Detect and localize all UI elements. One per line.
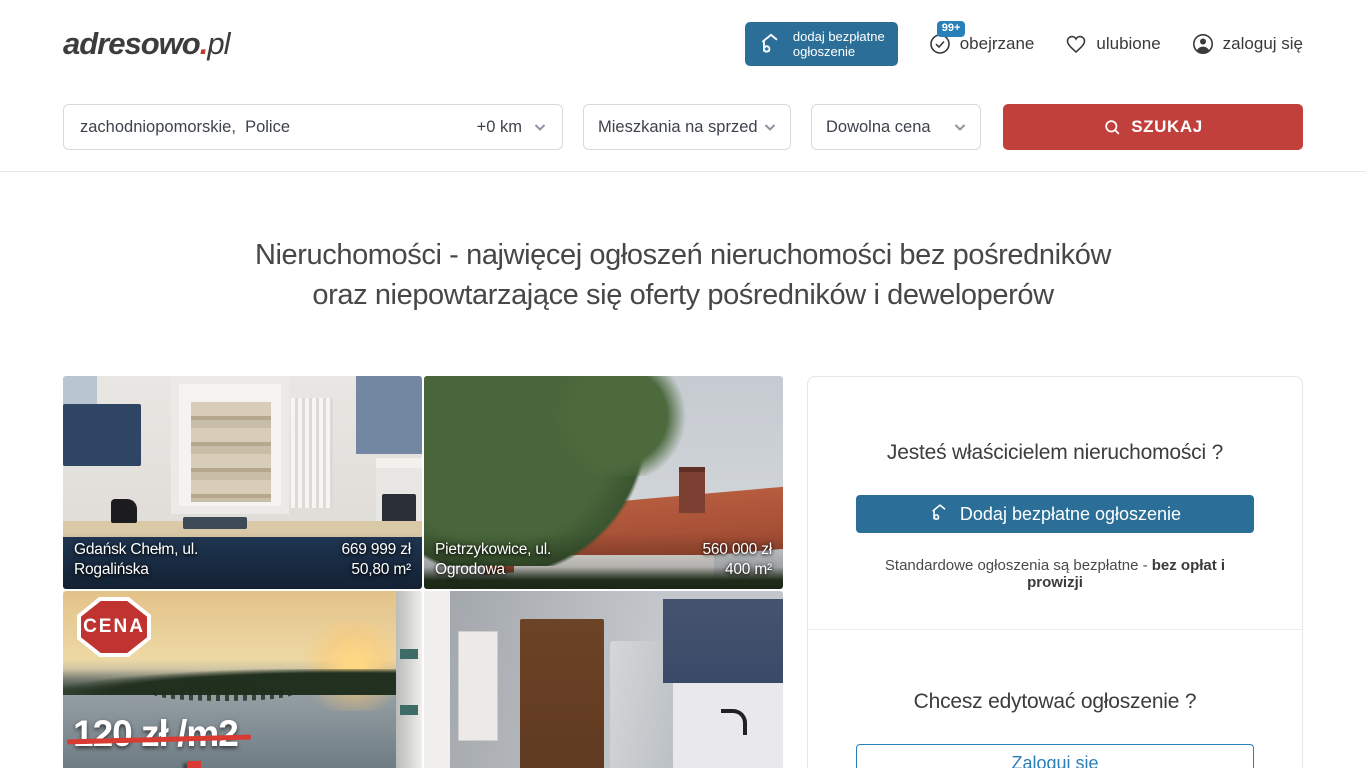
login-label: zaloguj się — [1223, 34, 1303, 54]
search-button[interactable]: SZUKAJ — [1003, 104, 1303, 150]
top-section: adresowo.pl dodaj bezpłatne ogłoszenie — [0, 0, 1366, 172]
listing-caption: Gdańsk Chełm, ul.Rogalińska 669 999 zł50… — [63, 532, 422, 589]
magnifier-icon — [1103, 118, 1122, 137]
chevron-down-icon — [532, 119, 548, 135]
radius-value: +0 km — [477, 118, 522, 137]
owner-title: Jesteś właścicielem nieruchomości ? — [856, 441, 1254, 465]
listing-card[interactable]: Gdańsk Chełm, ul.Rogalińska 669 999 zł50… — [63, 376, 422, 589]
listing-card[interactable]: CENA 120 zł /m2 Elganowo 253 000 zł — [63, 591, 422, 768]
search-bar: +0 km Mieszkania na sprzeda Dowolna cena… — [63, 88, 1303, 171]
location-input[interactable] — [80, 118, 477, 137]
logo-tld: pl — [207, 26, 229, 61]
logo[interactable]: adresowo.pl — [63, 26, 229, 62]
sidebar-add-listing-label: Dodaj bezpłatne ogłoszenie — [960, 504, 1181, 525]
radius-select[interactable]: +0 km — [477, 118, 548, 137]
chevron-down-icon — [762, 119, 778, 135]
category-value: Mieszkania na sprzeda — [598, 118, 758, 137]
owner-note: Standardowe ogłoszenia są bezpłatne - be… — [856, 557, 1254, 591]
user-circle-icon — [1191, 32, 1215, 56]
sidebar-login-button[interactable]: Zaloguj się — [856, 744, 1254, 768]
listing-photo — [424, 591, 783, 768]
logo-text: adresowo — [63, 26, 200, 61]
favorites-label: ulubione — [1096, 34, 1160, 54]
favorites-link[interactable]: ulubione — [1064, 32, 1160, 56]
edit-title: Chcesz edytować ogłoszenie ? — [856, 690, 1254, 714]
viewed-count-badge: 99+ — [937, 21, 966, 37]
owner-section: Jesteś właścicielem nieruchomości ? Doda… — [808, 377, 1302, 621]
down-arrow-icon — [187, 761, 201, 768]
viewed-link[interactable]: 99+ obejrzane — [928, 32, 1035, 56]
check-circle-icon: 99+ — [928, 32, 952, 56]
page-title: Nieruchomości - najwięcej ogłoszeń nieru… — [0, 235, 1366, 315]
sidebar-add-listing-button[interactable]: Dodaj bezpłatne ogłoszenie — [856, 495, 1254, 533]
listings-grid: Gdańsk Chełm, ul.Rogalińska 669 999 zł50… — [63, 376, 783, 768]
listing-card[interactable]: Warszawa Praga-Północ 550 000 zł — [424, 591, 783, 768]
price-select[interactable]: Dowolna cena — [811, 104, 981, 150]
location-field[interactable]: +0 km — [63, 104, 563, 150]
old-price-per-m2: 120 zł /m2 — [73, 713, 238, 755]
edit-section: Chcesz edytować ogłoszenie ? Zaloguj się… — [808, 630, 1302, 768]
header: adresowo.pl dodaj bezpłatne ogłoszenie — [63, 0, 1303, 88]
house-plus-icon — [929, 501, 951, 528]
viewed-label: obejrzane — [960, 34, 1035, 54]
chevron-down-icon — [952, 119, 968, 135]
search-button-label: SZUKAJ — [1131, 117, 1203, 137]
category-select[interactable]: Mieszkania na sprzeda — [583, 104, 791, 150]
login-link[interactable]: zaloguj się — [1191, 32, 1303, 56]
listing-caption: Pietrzykowice, ul.Ogrodowa 560 000 zł400… — [424, 532, 783, 589]
heart-icon — [1064, 32, 1088, 56]
price-value: Dowolna cena — [826, 118, 931, 137]
header-actions: dodaj bezpłatne ogłoszenie 99+ obejrzane — [745, 22, 1303, 66]
add-listing-label: dodaj bezpłatne ogłoszenie — [793, 29, 885, 59]
listing-card[interactable]: Pietrzykowice, ul.Ogrodowa 560 000 zł400… — [424, 376, 783, 589]
add-listing-button[interactable]: dodaj bezpłatne ogłoszenie — [745, 22, 898, 66]
house-plus-icon — [758, 30, 784, 59]
owner-sidebar: Jesteś właścicielem nieruchomości ? Doda… — [807, 376, 1303, 768]
main-content: Nieruchomości - najwięcej ogłoszeń nieru… — [0, 235, 1366, 768]
